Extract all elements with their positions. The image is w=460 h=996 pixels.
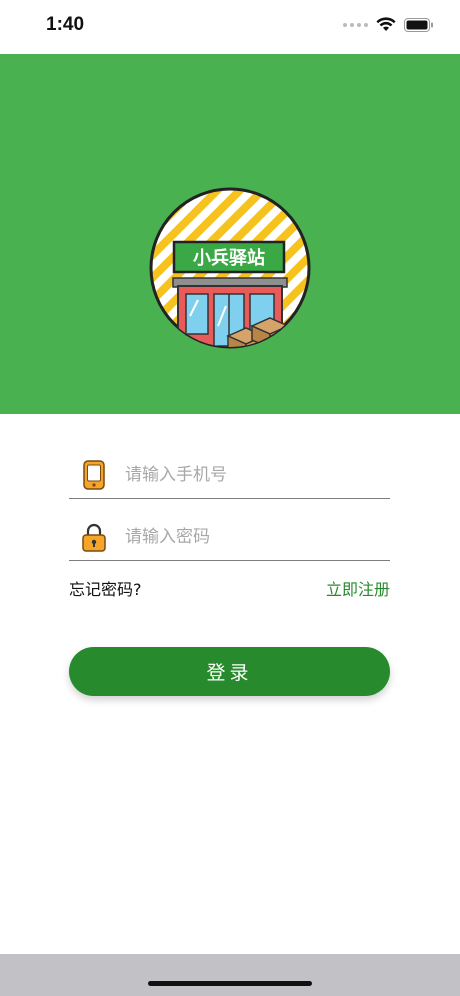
home-indicator-area	[0, 954, 460, 996]
password-field	[69, 512, 390, 561]
password-input[interactable]	[123, 520, 387, 554]
login-button[interactable]: 登录	[69, 647, 390, 696]
register-link[interactable]: 立即注册	[326, 576, 390, 600]
home-indicator[interactable]	[148, 981, 312, 986]
status-bar: 1:40	[0, 0, 460, 54]
status-icons	[343, 17, 434, 32]
lock-icon	[82, 523, 106, 552]
logo-sign-text: 小兵驿站	[193, 247, 265, 269]
phone-field	[69, 450, 390, 499]
forgot-password-link[interactable]: 忘记密码?	[69, 576, 142, 600]
form-links: 忘记密码? 立即注册	[69, 574, 390, 600]
phone-icon	[83, 460, 105, 490]
login-form	[69, 450, 390, 574]
status-time: 1:40	[46, 14, 85, 35]
battery-icon	[404, 17, 433, 32]
cellular-signal-icon	[343, 22, 368, 27]
app-logo: 小兵驿站	[149, 187, 311, 349]
hero-banner: 小兵驿站	[0, 54, 460, 414]
phone-input[interactable]	[123, 458, 387, 492]
wifi-icon	[376, 17, 396, 31]
